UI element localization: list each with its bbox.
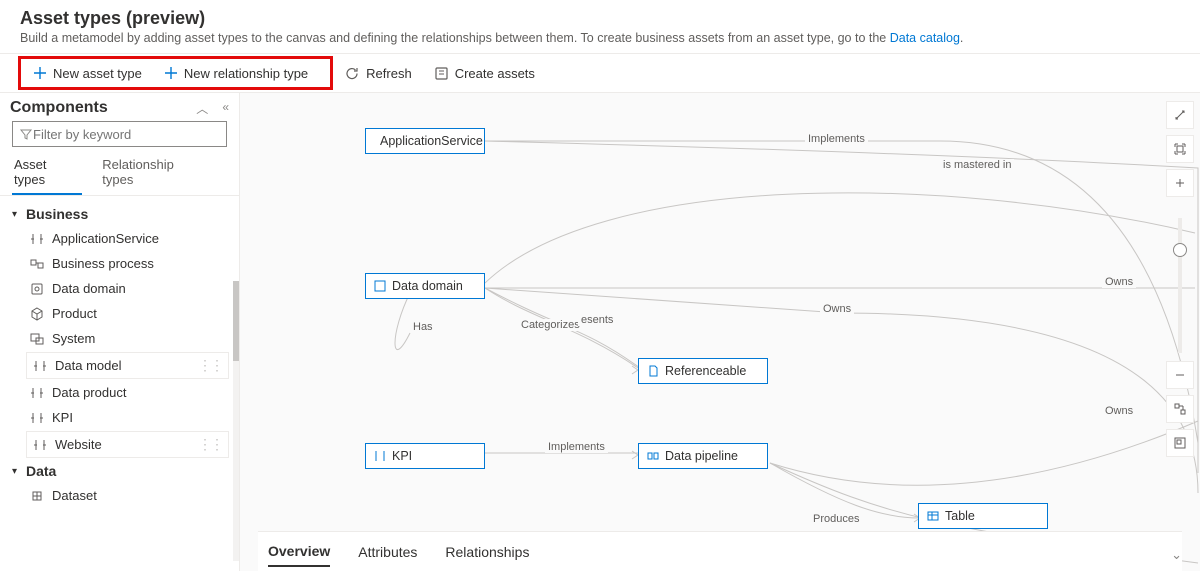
domain-icon xyxy=(30,282,44,296)
page-subtitle: Build a metamodel by adding asset types … xyxy=(20,31,1180,45)
new-asset-type-button[interactable]: New asset type xyxy=(27,58,148,88)
edge-label: Implements xyxy=(805,133,868,145)
sidebar-tabs: Asset types Relationship types xyxy=(0,151,239,196)
components-panel: Components ︿ « Asset types Relationship … xyxy=(0,93,240,571)
caret-icon: ▾ xyxy=(12,209,26,220)
edge-label: Implements xyxy=(545,441,608,453)
tab-relationship-types[interactable]: Relationship types xyxy=(100,153,209,195)
tab-attributes[interactable]: Attributes xyxy=(358,538,417,566)
tab-relationships[interactable]: Relationships xyxy=(445,538,529,566)
assets-icon xyxy=(434,66,449,81)
item-business-process[interactable]: Business process xyxy=(0,251,239,276)
refresh-label: Refresh xyxy=(366,66,412,81)
edge-label: Produces xyxy=(810,513,862,525)
layout-button[interactable] xyxy=(1166,395,1194,423)
refresh-button[interactable]: Refresh xyxy=(339,58,418,88)
create-assets-button[interactable]: Create assets xyxy=(428,58,541,88)
item-dataset[interactable]: Dataset xyxy=(0,483,239,508)
grip-icon[interactable]: ⋮⋮ xyxy=(198,436,222,453)
zoom-out-button[interactable] xyxy=(1166,361,1194,389)
chevron-up-icon[interactable]: ︿ xyxy=(196,100,208,117)
brackets-icon xyxy=(30,411,44,425)
zoom-in-button[interactable] xyxy=(1166,169,1194,197)
asset-type-tree: ▾Business ApplicationService Business pr… xyxy=(0,196,239,566)
tab-asset-types[interactable]: Asset types xyxy=(12,153,82,195)
node-datadomain[interactable]: Data domain xyxy=(365,273,485,299)
plus-icon xyxy=(33,66,47,80)
collapse-panel-icon[interactable]: « xyxy=(222,100,229,117)
group-business[interactable]: ▾Business xyxy=(0,202,239,226)
edge-label: esents xyxy=(578,314,616,326)
edge-label: Owns xyxy=(820,303,854,315)
edge-label: is mastered in xyxy=(940,159,1014,171)
edges-layer xyxy=(240,93,1200,571)
page-title: Asset types (preview) xyxy=(20,8,1180,29)
edge-label: Owns xyxy=(1102,276,1136,288)
edge-label: Has xyxy=(410,321,436,333)
node-referenceable[interactable]: Referenceable xyxy=(638,358,768,384)
dataset-icon xyxy=(30,489,44,503)
components-heading: Components xyxy=(10,99,108,117)
command-bar: New asset type New relationship type Ref… xyxy=(0,53,1200,93)
node-kpi[interactable]: KPI xyxy=(365,443,485,469)
item-data-product[interactable]: Data product xyxy=(0,380,239,405)
data-catalog-link[interactable]: Data catalog xyxy=(890,31,960,45)
node-applicationservice[interactable]: ApplicationService xyxy=(365,128,485,154)
new-relationship-type-label: New relationship type xyxy=(184,66,308,81)
item-system[interactable]: System xyxy=(0,326,239,351)
brackets-icon xyxy=(30,232,44,246)
group-label: Data xyxy=(26,463,56,479)
brackets-icon xyxy=(30,386,44,400)
fullscreen-button[interactable] xyxy=(1166,101,1194,129)
item-data-domain[interactable]: Data domain xyxy=(0,276,239,301)
canvas-controls-top xyxy=(1166,101,1194,197)
minimap-button[interactable] xyxy=(1166,429,1194,457)
item-website[interactable]: Website⋮⋮ xyxy=(26,431,229,458)
item-product[interactable]: Product xyxy=(0,301,239,326)
item-data-model[interactable]: Data model⋮⋮ xyxy=(26,352,229,379)
group-data[interactable]: ▾Data xyxy=(0,459,239,483)
canvas-controls-bottom xyxy=(1166,361,1194,457)
zoom-slider[interactable] xyxy=(1178,218,1182,353)
edge-label: Owns xyxy=(1102,405,1136,417)
new-asset-type-label: New asset type xyxy=(53,66,142,81)
plus-icon xyxy=(164,66,178,80)
item-kpi[interactable]: KPI xyxy=(0,405,239,430)
subtitle-text: Build a metamodel by adding asset types … xyxy=(20,31,890,45)
caret-icon: ▾ xyxy=(12,466,26,477)
node-table[interactable]: Table xyxy=(918,503,1048,529)
refresh-icon xyxy=(345,66,360,81)
node-datapipeline[interactable]: Data pipeline xyxy=(638,443,768,469)
fit-to-screen-button[interactable] xyxy=(1166,135,1194,163)
highlight-box: New asset type New relationship type xyxy=(18,56,333,90)
zoom-slider-thumb[interactable] xyxy=(1173,243,1187,257)
brackets-icon xyxy=(33,359,47,373)
filter-box[interactable] xyxy=(12,121,227,147)
process-icon xyxy=(30,257,44,271)
brackets-icon xyxy=(33,438,47,452)
grip-icon[interactable]: ⋮⋮ xyxy=(198,357,222,374)
create-assets-label: Create assets xyxy=(455,66,535,81)
sidebar-scrollbar[interactable] xyxy=(233,281,239,561)
subtitle-end: . xyxy=(960,31,963,45)
filter-input[interactable] xyxy=(33,127,220,142)
new-relationship-type-button[interactable]: New relationship type xyxy=(158,58,314,88)
system-icon xyxy=(30,332,44,346)
group-label: Business xyxy=(26,206,88,222)
cube-icon xyxy=(30,307,44,321)
details-tabbar: Overview Attributes Relationships ⌄ xyxy=(258,531,1182,571)
metamodel-canvas[interactable]: ApplicationService Data domain Reference… xyxy=(240,93,1200,571)
tab-overview[interactable]: Overview xyxy=(268,537,330,567)
scrollbar-thumb[interactable] xyxy=(233,281,239,361)
item-applicationservice[interactable]: ApplicationService xyxy=(0,226,239,251)
filter-icon xyxy=(19,127,33,141)
edge-label: Categorizes xyxy=(518,319,583,331)
chevron-down-icon[interactable]: ⌄ xyxy=(1171,547,1182,563)
